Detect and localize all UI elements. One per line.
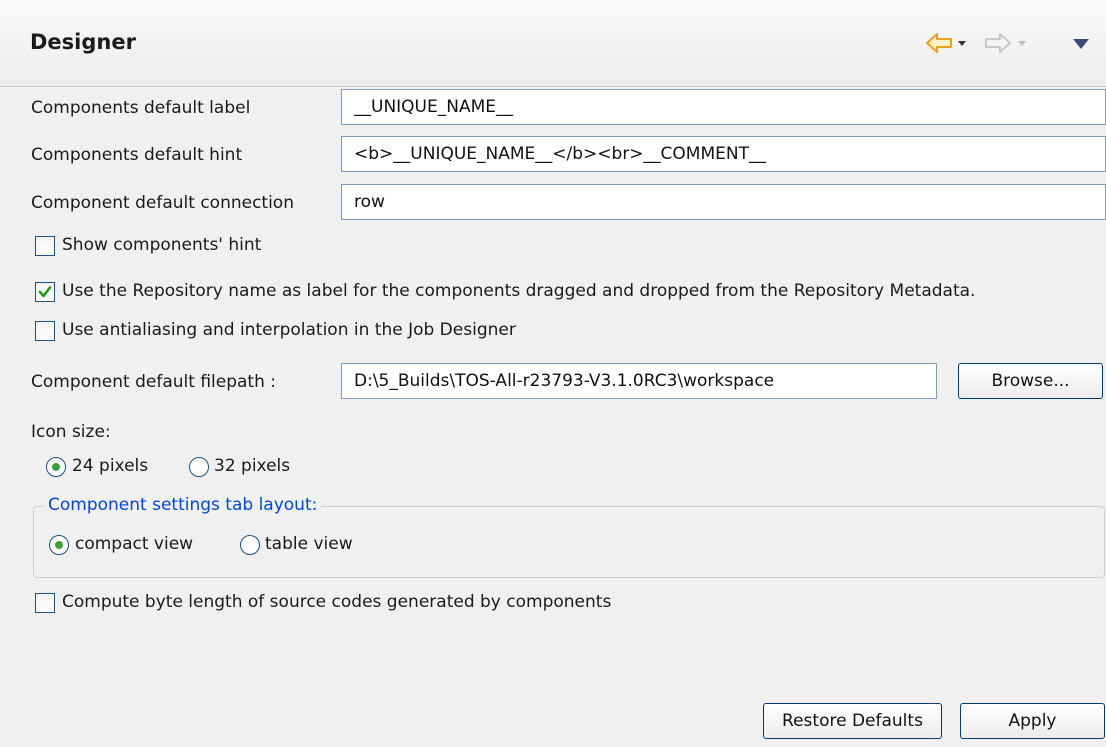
browse-button[interactable]: Browse...: [958, 363, 1103, 399]
filepath-input[interactable]: D:\5_Builds\TOS-All-r23793-V3.1.0RC3\wor…: [341, 363, 937, 399]
default-connection-input[interactable]: row: [341, 184, 1106, 220]
apply-button[interactable]: Apply: [960, 703, 1105, 739]
byte-length-label: Compute byte length of source codes gene…: [62, 592, 612, 612]
use-repo-name-label: Use the Repository name as label for the…: [62, 281, 976, 301]
icon-size-24-radio[interactable]: [46, 457, 66, 477]
default-hint-input[interactable]: <b>__UNIQUE_NAME__</b><br>__COMMENT__: [341, 136, 1106, 172]
dropdown-small-icon: [1017, 40, 1027, 48]
show-hint-label: Show components' hint: [62, 235, 262, 255]
icon-size-label: Icon size:: [31, 422, 111, 442]
default-connection-label: Component default connection: [31, 193, 294, 213]
tab-layout-group: [33, 506, 1105, 578]
radio-selected-dot: [52, 463, 60, 471]
restore-defaults-button[interactable]: Restore Defaults: [763, 703, 942, 739]
dropdown-small-icon[interactable]: [957, 40, 967, 48]
antialiasing-label: Use antialiasing and interpolation in th…: [62, 320, 516, 340]
show-hint-checkbox[interactable]: [35, 236, 55, 256]
table-view-label: table view: [265, 534, 353, 554]
default-label-label: Components default label: [31, 98, 251, 118]
icon-size-32-label: 32 pixels: [214, 456, 291, 476]
compact-view-radio[interactable]: [49, 535, 69, 555]
byte-length-checkbox[interactable]: [35, 593, 55, 613]
icon-size-24-label: 24 pixels: [72, 456, 149, 476]
back-arrow-icon[interactable]: [925, 32, 953, 54]
antialiasing-checkbox[interactable]: [35, 321, 55, 341]
view-menu-icon[interactable]: [1072, 38, 1090, 50]
tab-layout-group-title: Component settings tab layout:: [44, 495, 322, 515]
checkmark-icon: [38, 286, 52, 298]
default-label-input[interactable]: __UNIQUE_NAME__: [341, 89, 1106, 125]
compact-view-label: compact view: [75, 534, 194, 554]
icon-size-32-radio[interactable]: [189, 457, 209, 477]
use-repo-name-checkbox[interactable]: [35, 282, 55, 302]
default-hint-label: Components default hint: [31, 145, 243, 165]
page-title: Designer: [30, 30, 136, 54]
radio-selected-dot: [55, 541, 63, 549]
forward-arrow-icon: [984, 32, 1012, 54]
table-view-radio[interactable]: [240, 535, 260, 555]
filepath-label: Component default filepath :: [31, 372, 276, 392]
page-header: Designer: [0, 0, 1106, 87]
